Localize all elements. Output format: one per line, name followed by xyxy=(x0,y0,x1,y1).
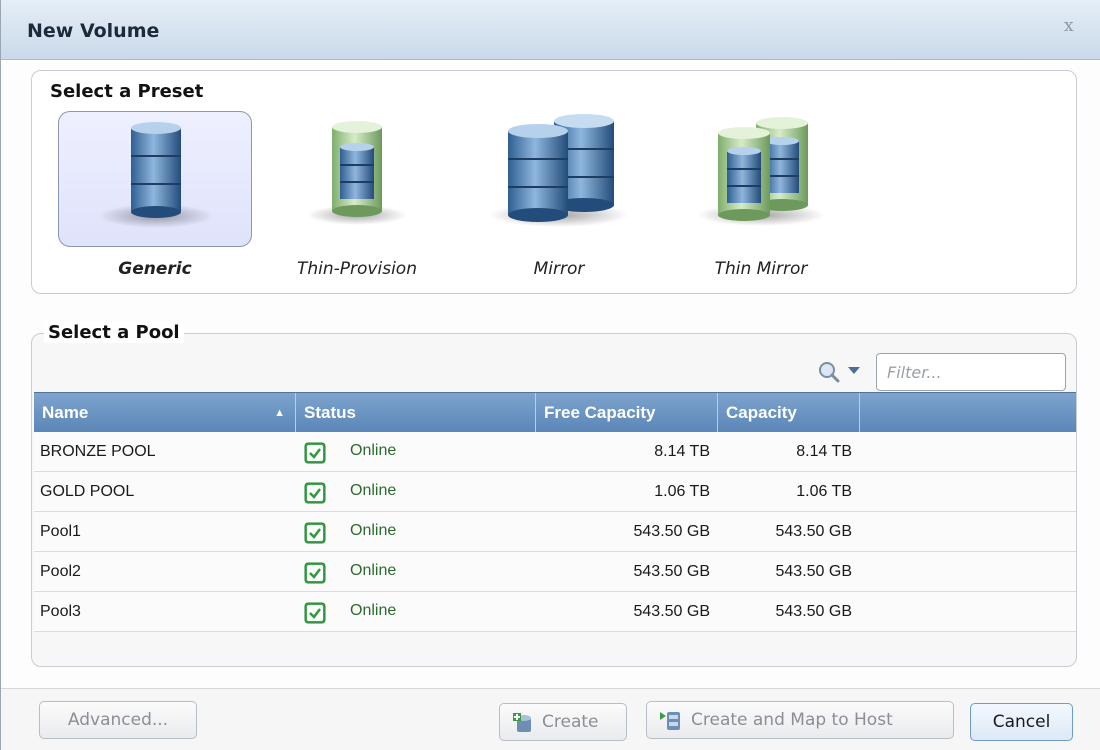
preset-thin-mirror[interactable] xyxy=(664,111,858,247)
pool-name: Pool3 xyxy=(40,603,81,620)
status-text: Online xyxy=(350,482,397,499)
status-text: Online xyxy=(350,562,397,579)
table-row[interactable]: BRONZE POOL Online 8.14 TB 8.14 TB xyxy=(34,432,1076,472)
preset-mirror[interactable] xyxy=(462,111,656,247)
column-header-name-label: Name xyxy=(42,403,89,422)
pool-name: GOLD POOL xyxy=(40,483,135,500)
pool-status: Online xyxy=(304,472,504,512)
table-header: Name ▲ Status Free Capacity Capacity xyxy=(34,392,1076,433)
search-icon[interactable] xyxy=(816,359,842,385)
sort-ascending-icon: ▲ xyxy=(274,407,285,419)
pool-name: BRONZE POOL xyxy=(40,443,156,460)
preset-section-title: Select a Preset xyxy=(46,81,208,102)
column-header-free-capacity[interactable]: Free Capacity xyxy=(536,393,718,433)
column-header-free-capacity-label: Free Capacity xyxy=(544,403,656,422)
check-icon xyxy=(304,562,326,584)
column-header-capacity[interactable]: Capacity xyxy=(718,393,860,433)
capacity: 8.14 TB xyxy=(796,443,852,460)
check-icon xyxy=(304,442,326,464)
status-text: Online xyxy=(350,602,397,619)
table-row[interactable]: Pool1 Online 543.50 GB 543.50 GB xyxy=(34,512,1076,552)
check-icon xyxy=(304,482,326,504)
free-capacity: 543.50 GB xyxy=(633,523,711,540)
preset-thin-provision[interactable] xyxy=(260,111,454,247)
pool-section-title: Select a Pool xyxy=(44,322,184,343)
mirror-volume-icon xyxy=(489,114,629,227)
pool-status: Online xyxy=(304,552,504,592)
free-capacity: 543.50 GB xyxy=(633,563,711,580)
status-text: Online xyxy=(350,442,397,459)
pool-name: Pool1 xyxy=(40,523,81,540)
filter-input[interactable] xyxy=(876,353,1066,391)
dialog-footer: Advanced... Create Create and Map to Hos… xyxy=(1,688,1100,750)
column-header-name[interactable]: Name ▲ xyxy=(34,393,296,433)
chevron-down-icon[interactable] xyxy=(847,366,861,376)
table-row[interactable]: Pool2 Online 543.50 GB 543.50 GB xyxy=(34,552,1076,592)
new-volume-dialog: New Volume x Select a Preset Generic Thi… xyxy=(0,0,1100,750)
create-volume-icon xyxy=(513,713,531,732)
preset-label-mirror: Mirror xyxy=(533,259,585,279)
advanced-button[interactable]: Advanced... xyxy=(39,701,197,739)
dialog-title: New Volume xyxy=(27,20,160,42)
create-button-label: Create xyxy=(542,712,599,732)
check-icon xyxy=(304,602,326,624)
generic-volume-icon xyxy=(98,122,214,228)
capacity: 543.50 GB xyxy=(775,523,853,540)
close-icon[interactable]: x xyxy=(1064,16,1074,36)
pool-panel: Select a Pool Name ▲ Status F xyxy=(31,322,1077,667)
preset-generic[interactable] xyxy=(58,111,252,247)
create-and-map-button-label: Create and Map to Host xyxy=(691,710,893,730)
capacity: 543.50 GB xyxy=(775,603,853,620)
thin-mirror-icon xyxy=(697,117,825,226)
table-row[interactable]: GOLD POOL Online 1.06 TB 1.06 TB xyxy=(34,472,1076,512)
column-header-status[interactable]: Status xyxy=(296,393,536,433)
column-header-status-label: Status xyxy=(304,403,356,422)
table-row[interactable]: Pool3 Online 543.50 GB 543.50 GB xyxy=(34,592,1076,632)
capacity: 1.06 TB xyxy=(796,483,852,500)
check-icon xyxy=(304,522,326,544)
create-and-map-button[interactable]: Create and Map to Host xyxy=(646,701,954,739)
thin-provision-icon xyxy=(307,121,407,225)
free-capacity: 543.50 GB xyxy=(633,603,711,620)
dialog-titlebar: New Volume x xyxy=(1,0,1100,60)
preset-panel: Select a Preset Generic Thin-Provision M… xyxy=(31,70,1077,294)
preset-label-generic: Generic xyxy=(118,259,192,279)
free-capacity: 8.14 TB xyxy=(654,443,710,460)
pool-status: Online xyxy=(304,592,504,632)
pool-status: Online xyxy=(304,512,504,552)
preset-label-thin-mirror: Thin Mirror xyxy=(714,259,808,279)
pool-name: Pool2 xyxy=(40,563,81,580)
create-button[interactable]: Create xyxy=(499,703,627,741)
pool-toolbar xyxy=(32,342,1076,392)
pool-status: Online xyxy=(304,432,504,472)
capacity: 543.50 GB xyxy=(775,563,853,580)
column-header-capacity-label: Capacity xyxy=(726,403,797,422)
status-text: Online xyxy=(350,522,397,539)
preset-label-thin-provision: Thin-Provision xyxy=(297,259,417,279)
cancel-button[interactable]: Cancel xyxy=(970,703,1073,741)
free-capacity: 1.06 TB xyxy=(654,483,710,500)
map-to-host-icon xyxy=(660,712,680,730)
